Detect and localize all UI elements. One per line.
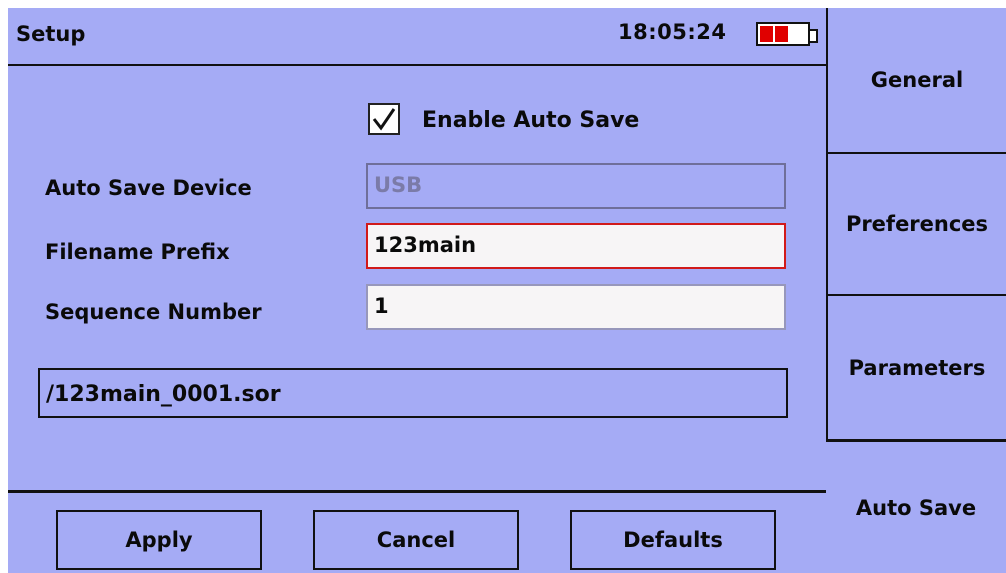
sequence-number-label: Sequence Number xyxy=(45,300,262,324)
filename-prefix-label: Filename Prefix xyxy=(45,240,230,264)
tab-general[interactable]: General xyxy=(826,8,1006,152)
divider xyxy=(8,490,826,493)
defaults-button[interactable]: Defaults xyxy=(570,510,776,570)
auto-save-device-label: Auto Save Device xyxy=(45,176,252,200)
page-title: Setup xyxy=(16,22,86,46)
tab-auto-save[interactable]: Auto Save xyxy=(826,439,1006,573)
enable-auto-save-label[interactable]: Enable Auto Save xyxy=(422,108,639,133)
checkmark-icon xyxy=(372,108,396,131)
title-bar: Setup 18:05:24 xyxy=(8,8,826,66)
clock-time: 18:05:24 xyxy=(618,20,727,44)
enable-auto-save-checkbox[interactable] xyxy=(368,103,400,135)
battery-icon xyxy=(756,22,818,46)
cancel-button[interactable]: Cancel xyxy=(313,510,519,570)
file-path-display: /123main_0001.sor xyxy=(38,368,788,418)
apply-button[interactable]: Apply xyxy=(56,510,262,570)
sequence-number-input[interactable]: 1 xyxy=(366,284,786,330)
auto-save-device-field: USB xyxy=(366,163,786,209)
tab-preferences[interactable]: Preferences xyxy=(826,152,1006,294)
tab-parameters[interactable]: Parameters xyxy=(826,294,1006,439)
setup-panel: Setup 18:05:24 Enable Auto Save Auto Sav… xyxy=(8,8,826,573)
filename-prefix-input[interactable]: 123main xyxy=(366,223,786,269)
